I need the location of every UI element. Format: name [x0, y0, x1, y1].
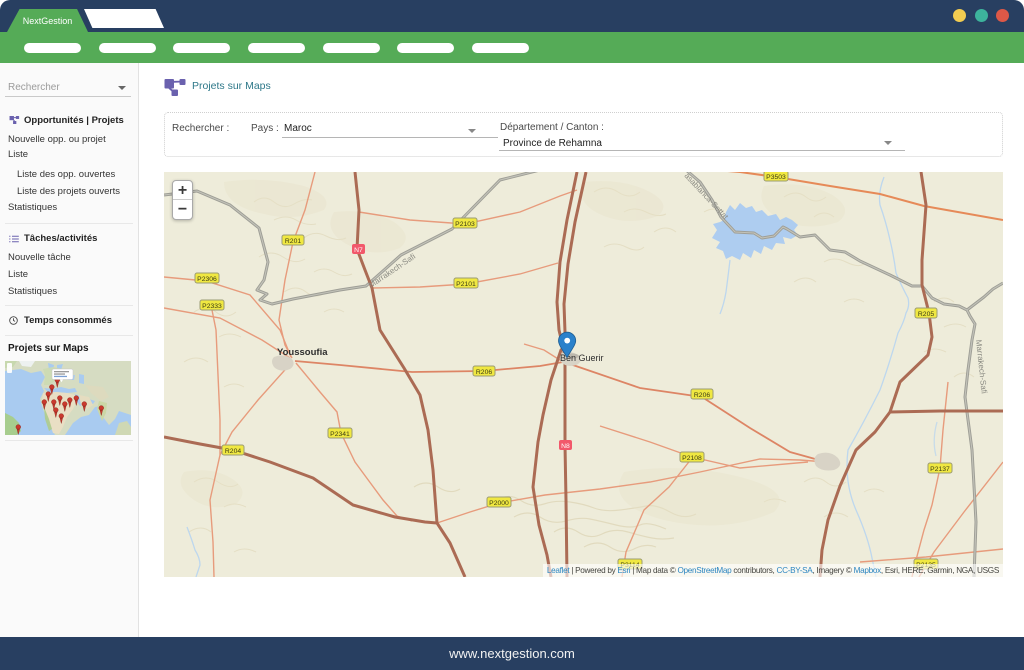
- svg-text:P2137: P2137: [930, 466, 950, 473]
- svg-text:R206: R206: [694, 392, 710, 399]
- svg-text:N8: N8: [561, 443, 570, 450]
- svg-text:N7: N7: [354, 247, 363, 254]
- svg-text:P2108: P2108: [682, 455, 702, 462]
- svg-text:R205: R205: [918, 311, 934, 318]
- svg-text:P2000: P2000: [489, 500, 509, 507]
- svg-text:R204: R204: [225, 448, 241, 455]
- svg-text:R201: R201: [285, 238, 301, 245]
- svg-text:P2101: P2101: [456, 281, 476, 288]
- svg-text:P2306: P2306: [197, 276, 217, 283]
- svg-text:P2103: P2103: [455, 221, 475, 228]
- svg-text:Youssoufia: Youssoufia: [277, 347, 328, 358]
- svg-text:P2333: P2333: [202, 303, 222, 310]
- svg-text:P2341: P2341: [330, 431, 350, 438]
- svg-text:P3503: P3503: [766, 174, 786, 181]
- svg-text:R206: R206: [476, 369, 492, 376]
